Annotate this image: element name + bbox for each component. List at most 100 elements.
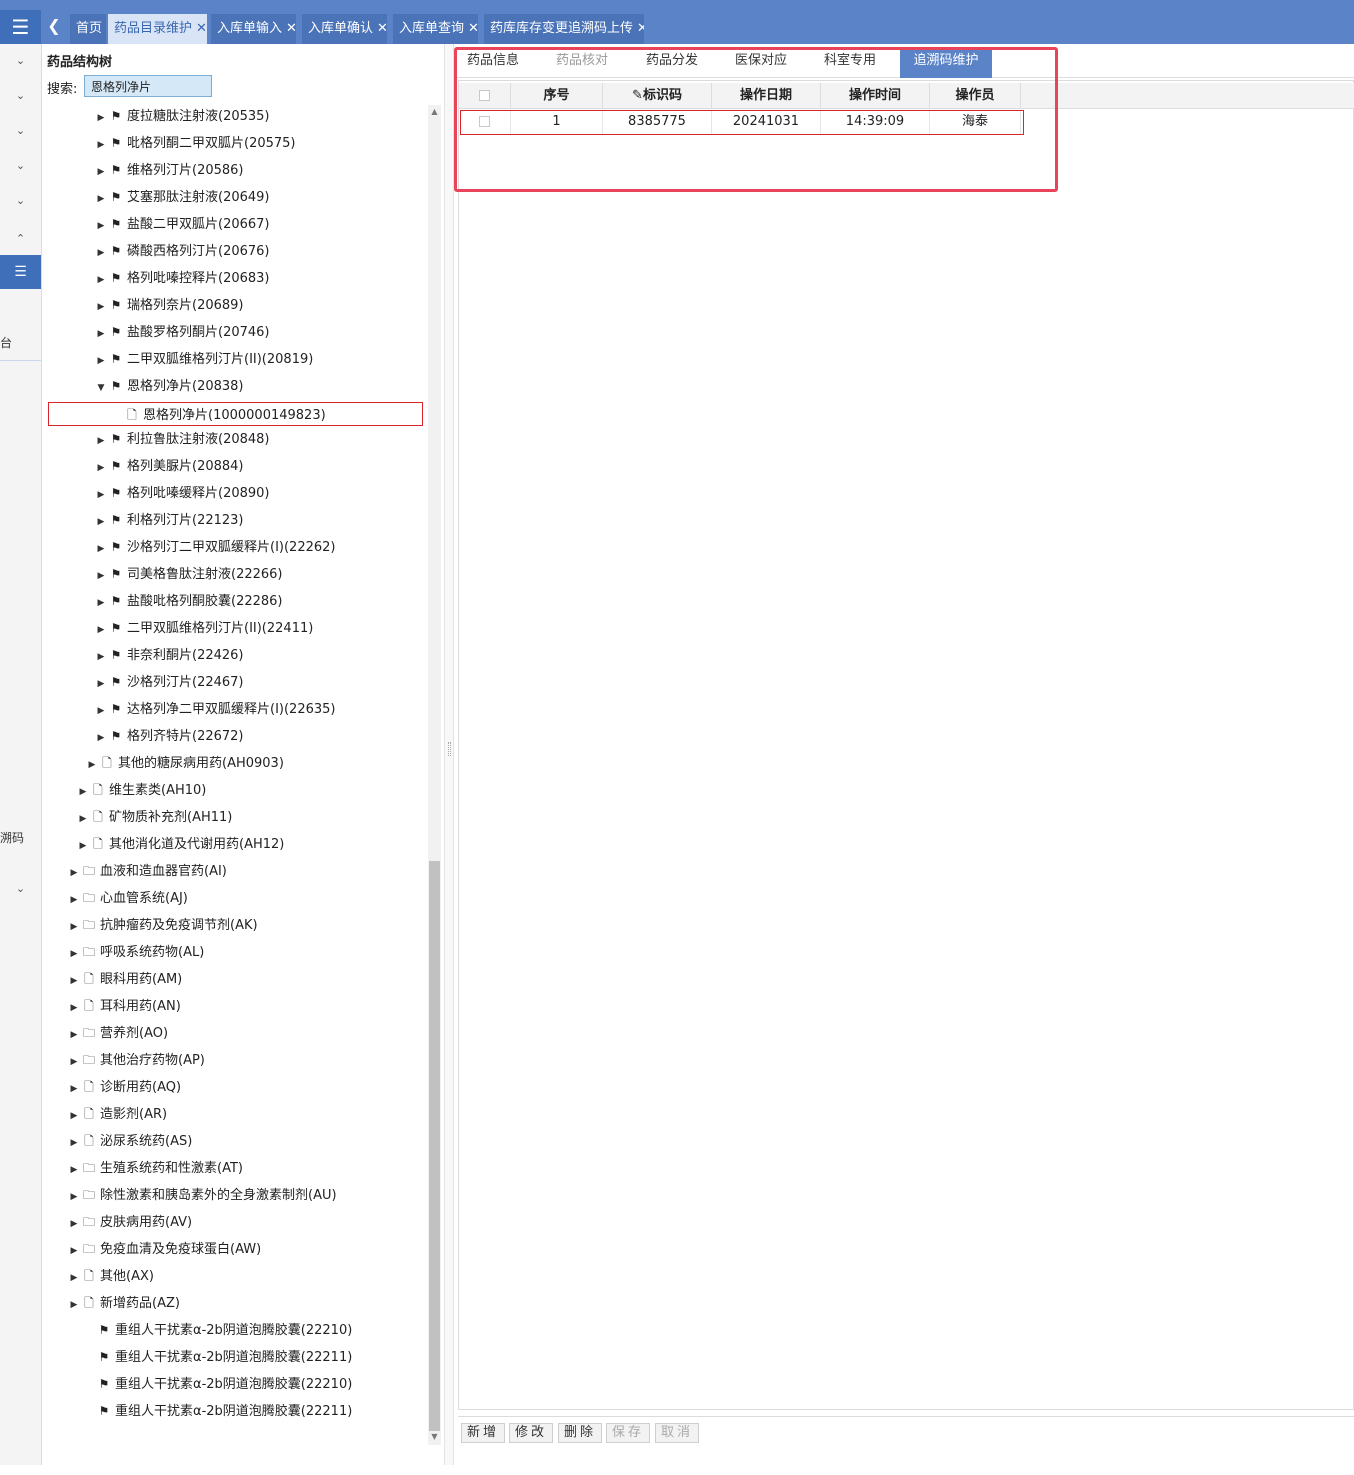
expand-arrow-icon[interactable]: ▶ (67, 916, 81, 938)
tree-node[interactable]: ▶ 🗀 呼吸系统药物(AL) (67, 941, 205, 965)
tree-node[interactable]: ▶ ⚑ 二甲双胍维格列汀片(II)(22411) (94, 617, 314, 641)
tree-node[interactable]: ▶ 🗀 其他治疗药物(AP) (67, 1049, 205, 1071)
expand-arrow-icon[interactable]: ▶ (94, 296, 108, 318)
expand-arrow-icon[interactable]: ▶ (76, 781, 90, 803)
expand-arrow-icon[interactable]: ▶ (94, 269, 108, 291)
expand-arrow-icon[interactable]: ▶ (94, 727, 108, 749)
expand-arrow-icon[interactable]: ▶ (67, 1294, 81, 1316)
tree-node[interactable]: ⚑ 重组人干扰素α-2b阴道泡腾胶囊(22210) (82, 1373, 353, 1395)
tab-stock-in-confirm[interactable]: 入库单确认 ✕ (302, 14, 387, 44)
expand-arrow-icon[interactable]: ▶ (94, 646, 108, 668)
tree-node[interactable]: ▶ ⚑ 盐酸罗格列酮片(20746) (94, 321, 270, 343)
panel-splitter[interactable] (444, 44, 454, 1465)
expand-arrow-icon[interactable]: ▶ (67, 1105, 81, 1127)
tree-node[interactable]: ▶ ⚑ 盐酸吡格列酮胶囊(22286) (94, 590, 283, 612)
tree-node[interactable]: ⚑ 重组人干扰素α-2b阴道泡腾胶囊(22211) (82, 1400, 353, 1422)
expand-arrow-icon[interactable]: ▶ (67, 970, 81, 992)
add-button[interactable]: 新增 (461, 1423, 505, 1443)
tree-node[interactable]: ▶ ⚑ 吡格列酮二甲双胍片(20575) (94, 132, 296, 154)
expand-arrow-icon[interactable]: ▶ (67, 1267, 81, 1289)
chevron-down-icon[interactable]: ⌄ (0, 882, 41, 895)
expand-arrow-icon[interactable]: ▶ (94, 457, 108, 479)
tree-node[interactable]: ▶ 🗋 维生素类(AH10) (76, 779, 207, 803)
tree-node[interactable]: ⚑ 重组人干扰素α-2b阴道泡腾胶囊(22211) (82, 1346, 353, 1368)
expand-arrow-icon[interactable]: ▶ (67, 862, 81, 884)
expand-arrow-icon[interactable]: ▶ (67, 1132, 81, 1154)
tree-node[interactable]: ▶ 🗋 新增药品(AZ) (67, 1292, 180, 1314)
tree-node[interactable]: ▶ ⚑ 沙格列汀片(22467) (94, 671, 244, 693)
tree-node[interactable]: ⚑ 重组人干扰素α-2b阴道泡腾胶囊(22210) (82, 1319, 353, 1341)
tree-node[interactable]: ▶ 🗀 皮肤病用药(AV) (67, 1211, 193, 1235)
close-icon[interactable]: ✕ (196, 21, 207, 36)
tab-drug-catalog[interactable]: 药品目录维护 ✕ (108, 14, 207, 44)
chevron-down-icon[interactable]: ⌄ (0, 89, 41, 102)
tree-node[interactable]: ▶ 🗋 耳科用药(AN) (67, 995, 181, 1017)
tree-node[interactable]: ▶ 🗋 矿物质补充剂(AH11) (76, 806, 233, 828)
tree-node[interactable]: ▶ 🗋 眼科用药(AM) (67, 968, 183, 992)
tree-node[interactable]: ▶ ⚑ 格列吡嗪控释片(20683) (94, 267, 270, 289)
expand-arrow-icon[interactable]: ▶ (67, 1159, 81, 1181)
tree-node[interactable]: ▶ ⚑ 盐酸二甲双胍片(20667) (94, 213, 270, 235)
expand-arrow-icon[interactable]: ▶ (94, 619, 108, 641)
tree-node[interactable]: ▶ 🗀 抗肿瘤药及免疫调节剂(AK) (67, 914, 258, 936)
tree-node[interactable]: ▶ 🗀 生殖系统药和性激素(AT) (67, 1157, 243, 1179)
tree-node[interactable]: ▶ ⚑ 磷酸西格列汀片(20676) (94, 240, 270, 262)
tree-node[interactable]: ▶ ⚑ 艾塞那肽注射液(20649) (94, 186, 270, 208)
expand-arrow-icon[interactable]: ▶ (94, 592, 108, 614)
expand-arrow-icon[interactable]: ▶ (94, 323, 108, 345)
expand-arrow-icon[interactable]: ▶ (67, 1024, 81, 1046)
tree-node[interactable]: ▶ ⚑ 利格列汀片(22123) (94, 509, 244, 531)
expand-arrow-icon[interactable]: ▶ (76, 835, 90, 857)
tree-node[interactable]: ▶ 🗀 营养剂(AO) (67, 1022, 169, 1046)
expand-arrow-icon[interactable]: ▶ (94, 350, 108, 372)
scrollbar-thumb[interactable] (429, 861, 440, 1431)
back-arrow-icon[interactable]: ❮ (43, 12, 65, 42)
expand-arrow-icon[interactable]: ▶ (94, 565, 108, 587)
expand-arrow-icon[interactable]: ▶ (67, 943, 81, 965)
tab-stock-in-query[interactable]: 入库单查询 ✕ (393, 14, 478, 44)
menu-icon[interactable]: ☰ (0, 10, 41, 44)
chevron-up-icon[interactable]: ⌃ (0, 232, 41, 245)
tab-stock-in-input[interactable]: 入库单输入 ✕ (211, 14, 296, 44)
tree-node[interactable]: ▶ ⚑ 利拉鲁肽注射液(20848) (94, 428, 270, 450)
expand-arrow-icon[interactable]: ▶ (67, 1078, 81, 1100)
tree-node[interactable]: ▶ ⚑ 格列齐特片(22672) (94, 725, 244, 747)
tree-node[interactable]: ▶ 🗀 血液和造血器官药(AI) (67, 860, 227, 882)
expand-arrow-icon[interactable]: ▶ (94, 242, 108, 264)
tree-node[interactable]: ▶ 🗀 除性激素和胰岛素外的全身激素制剂(AU) (67, 1184, 337, 1206)
expand-arrow-icon[interactable]: ▶ (94, 538, 108, 560)
expand-arrow-icon[interactable]: ▶ (94, 107, 108, 129)
expand-arrow-icon[interactable]: ▶ (94, 134, 108, 156)
expand-arrow-icon[interactable]: ▶ (94, 700, 108, 722)
tree-node[interactable]: ▶ ⚑ 二甲双胍维格列汀片(II)(20819) (94, 348, 314, 372)
expand-arrow-icon[interactable]: ▶ (94, 511, 108, 533)
tree-node[interactable]: ▶ ⚑ 度拉糖肽注射液(20535) (94, 105, 270, 127)
chevron-down-icon[interactable]: ⌄ (0, 54, 41, 67)
search-input[interactable] (84, 75, 212, 97)
chevron-down-icon[interactable]: ⌄ (0, 194, 41, 207)
tree-node[interactable]: ▶ 🗋 造影剂(AR) (67, 1103, 168, 1127)
splitter-grip[interactable] (448, 742, 451, 756)
expand-arrow-icon[interactable]: ▶ (94, 215, 108, 237)
edit-button[interactable]: 修改 (509, 1423, 553, 1443)
tree-node[interactable]: ▶ 🗋 泌尿系统药(AS) (67, 1130, 193, 1154)
tree-node[interactable]: ▶ ⚑ 维格列汀片(20586) (94, 159, 244, 181)
close-icon[interactable]: ✕ (637, 21, 644, 36)
close-icon[interactable]: ✕ (286, 21, 296, 36)
expand-arrow-icon[interactable]: ▶ (94, 430, 108, 452)
expand-arrow-icon[interactable]: ▶ (67, 1240, 81, 1262)
nav-fragment-label[interactable]: 溯码 (0, 829, 24, 846)
tree-node[interactable]: ▼ ⚑ 恩格列净片(20838) (94, 375, 244, 397)
tree-node[interactable]: ▶ ⚑ 格列吡嗪缓释片(20890) (94, 482, 270, 504)
expand-arrow-icon[interactable]: ▶ (67, 1213, 81, 1235)
tree-node[interactable]: ▶ ⚑ 格列美脲片(20884) (94, 455, 244, 477)
tree-node[interactable]: ▶ 🗀 免疫血清及免疫球蛋白(AW) (67, 1238, 262, 1262)
expand-arrow-icon[interactable]: ▶ (94, 161, 108, 183)
scroll-up-icon[interactable]: ▲ (428, 107, 441, 116)
delete-button[interactable]: 删除 (558, 1423, 602, 1443)
tree-scrollbar[interactable]: ▲ ▼ (428, 105, 441, 1445)
collapse-arrow-icon[interactable]: ▼ (94, 377, 108, 399)
tree-node[interactable]: ▶ 🗋 其他消化道及代谢用药(AH12) (76, 833, 285, 857)
expand-arrow-icon[interactable]: ▶ (67, 1051, 81, 1073)
expand-arrow-icon[interactable]: ▶ (94, 188, 108, 210)
